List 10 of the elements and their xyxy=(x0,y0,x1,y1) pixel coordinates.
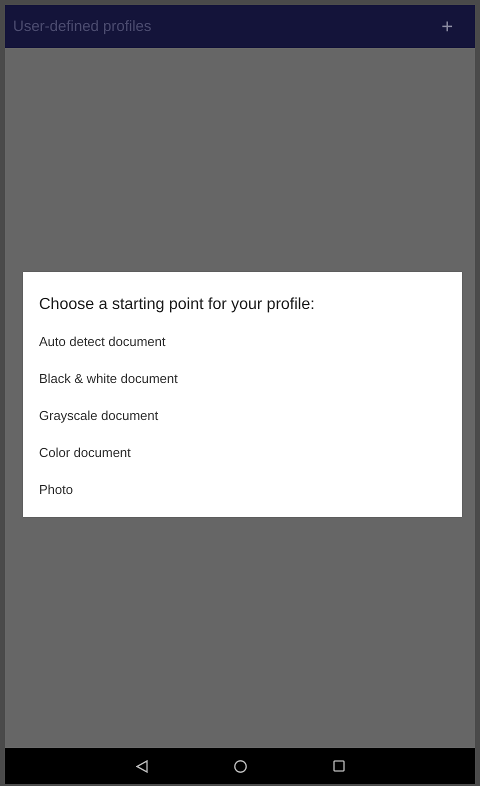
dialog-title: Choose a starting point for your profile: xyxy=(39,296,316,314)
recents-icon[interactable] xyxy=(332,760,344,772)
option-item[interactable]: Grayscale document xyxy=(39,398,446,434)
add-button[interactable]: + xyxy=(441,16,453,36)
option-item[interactable]: Auto detect document xyxy=(39,324,446,360)
option-item[interactable]: Photo xyxy=(39,472,446,508)
back-icon[interactable] xyxy=(136,760,148,772)
option-item[interactable]: Black & white document xyxy=(39,360,446,398)
home-icon[interactable] xyxy=(234,760,246,772)
option-item[interactable]: Color document xyxy=(39,434,446,472)
